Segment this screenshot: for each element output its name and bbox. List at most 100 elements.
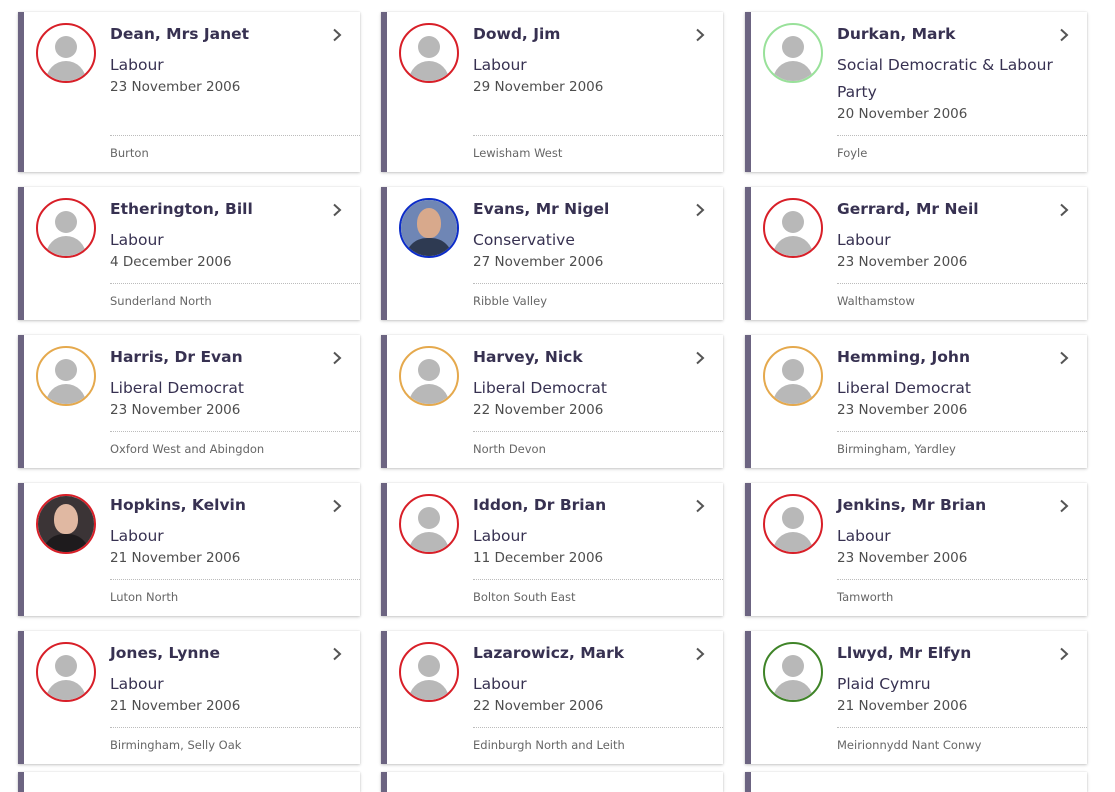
- member-card[interactable]: Etherington, Bill Labour 4 December 2006 Su…: [18, 187, 360, 320]
- person-body: [773, 680, 813, 700]
- member-name[interactable]: Harris, Dr Evan: [110, 348, 330, 366]
- member-avatar: [763, 198, 823, 258]
- member-grid: Dean, Mrs Janet Labour 23 November 2006 Bur…: [0, 0, 1115, 792]
- person-placeholder-icon: [38, 644, 94, 700]
- member-card[interactable]: Dean, Mrs Janet Labour 23 November 2006 Bur…: [18, 12, 360, 172]
- member-constituency: Edinburgh North and Leith: [473, 738, 625, 752]
- member-card[interactable]: Jenkins, Mr Brian Labour 23 November 2006 T…: [745, 483, 1087, 616]
- person-placeholder-icon: [765, 348, 821, 404]
- member-party: Liberal Democrat: [837, 379, 971, 397]
- member-date: 23 November 2006: [837, 402, 968, 418]
- chevron-right-icon[interactable]: [330, 647, 344, 661]
- member-constituency: Lewisham West: [473, 146, 563, 160]
- member-card[interactable]: Jones, Lynne Labour 21 November 2006 Birmin…: [18, 631, 360, 764]
- member-card[interactable]: Hemming, John Liberal Democrat 23 November…: [745, 335, 1087, 468]
- member-card[interactable]: Iddon, Dr Brian Labour 11 December 2006 Bol…: [381, 483, 723, 616]
- person-placeholder-icon: [765, 644, 821, 700]
- member-name[interactable]: Jenkins, Mr Brian: [837, 496, 1057, 514]
- chevron-right-icon[interactable]: [330, 203, 344, 217]
- chevron-right-icon[interactable]: [693, 28, 707, 42]
- member-name[interactable]: Llwyd, Mr Elfyn: [837, 644, 1057, 662]
- member-name[interactable]: Gerrard, Mr Neil: [837, 200, 1057, 218]
- member-name[interactable]: Dowd, Jim: [473, 25, 693, 43]
- member-party: Liberal Democrat: [110, 379, 244, 397]
- member-name[interactable]: Etherington, Bill: [110, 200, 330, 218]
- person-body: [46, 680, 86, 700]
- member-card[interactable]: Harris, Dr Evan Liberal Democrat 23 Novemb…: [18, 335, 360, 468]
- member-date: 21 November 2006: [110, 698, 241, 714]
- card-divider: [110, 283, 360, 284]
- chevron-right-icon[interactable]: [330, 351, 344, 365]
- member-card[interactable]: Dowd, Jim Labour 29 November 2006 Lewisham …: [381, 12, 723, 172]
- member-date: 21 November 2006: [837, 698, 968, 714]
- person-head: [782, 507, 804, 529]
- member-avatar: [36, 642, 96, 702]
- member-card[interactable]: Durkan, Mark Social Democratic & Labour P…: [745, 12, 1087, 172]
- member-card-partial[interactable]: [18, 772, 360, 792]
- person-body: [46, 384, 86, 404]
- member-name[interactable]: Durkan, Mark: [837, 25, 1057, 43]
- member-name[interactable]: Lazarowicz, Mark: [473, 644, 693, 662]
- card-divider: [110, 135, 360, 136]
- card-divider: [837, 135, 1087, 136]
- member-party: Labour: [837, 231, 891, 249]
- member-party: Labour: [837, 527, 891, 545]
- member-avatar: [399, 494, 459, 554]
- member-date: 23 November 2006: [110, 402, 241, 418]
- card-divider: [837, 283, 1087, 284]
- member-avatar: [399, 23, 459, 83]
- card-divider: [837, 727, 1087, 728]
- person-placeholder-icon: [401, 644, 457, 700]
- chevron-right-icon[interactable]: [330, 499, 344, 513]
- person-body: [46, 236, 86, 256]
- member-name[interactable]: Harvey, Nick: [473, 348, 693, 366]
- person-placeholder-icon: [401, 496, 457, 552]
- member-card[interactable]: Hopkins, Kelvin Labour 21 November 2006 Lut…: [18, 483, 360, 616]
- chevron-right-icon[interactable]: [1057, 203, 1071, 217]
- chevron-right-icon[interactable]: [1057, 499, 1071, 513]
- member-party: Social Democratic & Labour Party: [837, 56, 1053, 101]
- chevron-right-icon[interactable]: [1057, 647, 1071, 661]
- person-body: [773, 532, 813, 552]
- member-card-partial[interactable]: [745, 772, 1087, 792]
- member-name[interactable]: Hopkins, Kelvin: [110, 496, 330, 514]
- member-name[interactable]: Evans, Mr Nigel: [473, 200, 693, 218]
- person-placeholder-icon: [401, 25, 457, 81]
- member-name[interactable]: Hemming, John: [837, 348, 1057, 366]
- member-constituency: Luton North: [110, 590, 179, 604]
- member-card[interactable]: Lazarowicz, Mark Labour 22 November 2006 Ed…: [381, 631, 723, 764]
- member-card[interactable]: Llwyd, Mr Elfyn Plaid Cymru 21 November 20…: [745, 631, 1087, 764]
- chevron-right-icon[interactable]: [330, 28, 344, 42]
- member-card[interactable]: Harvey, Nick Liberal Democrat 22 November …: [381, 335, 723, 468]
- member-date: 22 November 2006: [473, 698, 604, 714]
- member-avatar: [399, 198, 459, 258]
- card-divider: [110, 727, 360, 728]
- member-avatar: [36, 346, 96, 406]
- person-head: [418, 507, 440, 529]
- member-card[interactable]: Evans, Mr Nigel Conservative 27 November 2…: [381, 187, 723, 320]
- person-head: [782, 655, 804, 677]
- member-card-partial[interactable]: [381, 772, 723, 792]
- chevron-right-icon[interactable]: [1057, 351, 1071, 365]
- chevron-right-icon[interactable]: [693, 499, 707, 513]
- photo-face: [417, 208, 441, 238]
- member-party: Conservative: [473, 231, 575, 249]
- chevron-right-icon[interactable]: [1057, 28, 1071, 42]
- chevron-right-icon[interactable]: [693, 351, 707, 365]
- member-name[interactable]: Jones, Lynne: [110, 644, 330, 662]
- member-name[interactable]: Dean, Mrs Janet: [110, 25, 330, 43]
- person-placeholder-icon: [765, 25, 821, 81]
- member-name[interactable]: Iddon, Dr Brian: [473, 496, 693, 514]
- member-constituency: Bolton South East: [473, 590, 576, 604]
- member-card[interactable]: Gerrard, Mr Neil Labour 23 November 2006 Wa…: [745, 187, 1087, 320]
- card-divider: [473, 431, 723, 432]
- chevron-right-icon[interactable]: [693, 203, 707, 217]
- member-party: Plaid Cymru: [837, 675, 931, 693]
- card-divider: [110, 579, 360, 580]
- member-date: 23 November 2006: [837, 550, 968, 566]
- member-constituency: Sunderland North: [110, 294, 212, 308]
- card-divider: [110, 431, 360, 432]
- member-party: Liberal Democrat: [473, 379, 607, 397]
- person-body: [409, 384, 449, 404]
- chevron-right-icon[interactable]: [693, 647, 707, 661]
